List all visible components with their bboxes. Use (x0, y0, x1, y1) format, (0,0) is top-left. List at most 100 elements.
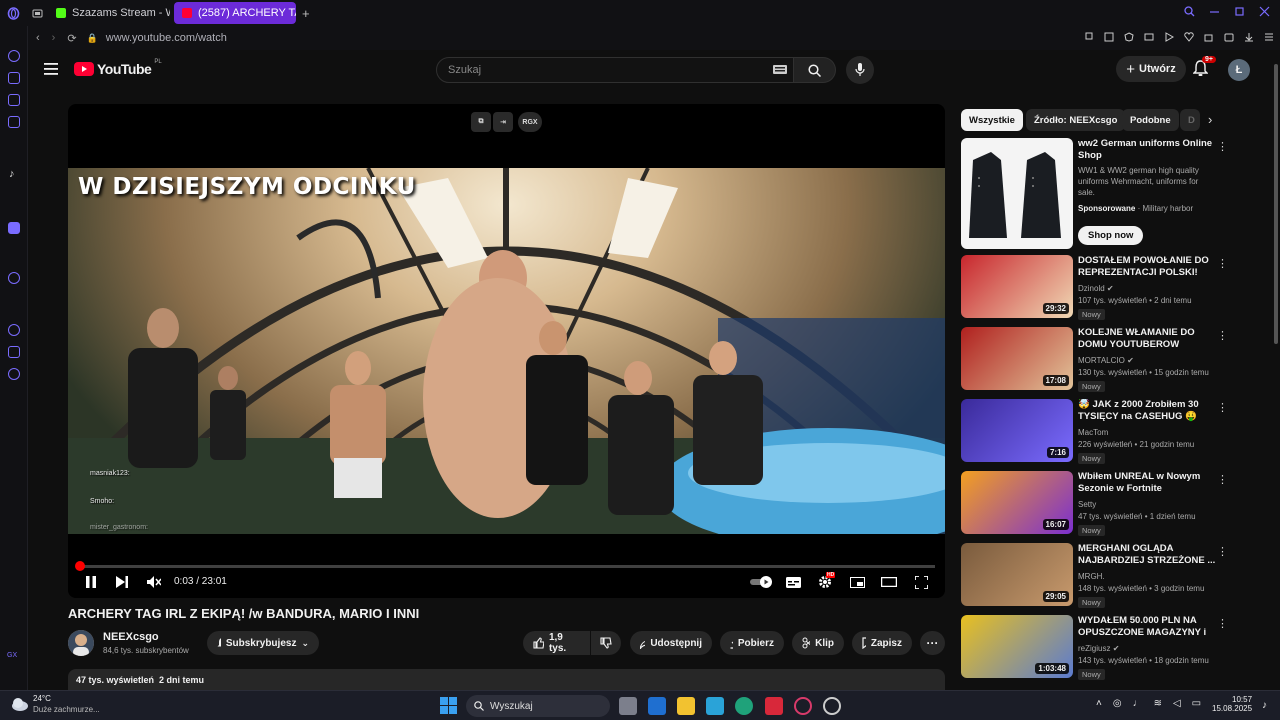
chip-more[interactable]: D (1180, 109, 1200, 131)
subtitles-button[interactable] (783, 572, 803, 592)
pause-button[interactable] (81, 572, 101, 592)
chip-related[interactable]: Podobne (1122, 109, 1179, 131)
scrollbar-thumb[interactable] (1274, 64, 1278, 344)
extensions-icon[interactable] (8, 346, 20, 358)
play-icon[interactable] (1164, 32, 1174, 42)
recommendation-card[interactable]: 29:05 MERGHANI OGLĄDA NAJBARDZIEJ STRZEŻO… (961, 543, 1231, 609)
chip-all[interactable]: Wszystkie (961, 109, 1023, 131)
file-explorer-icon[interactable] (677, 697, 695, 715)
back-icon[interactable]: ‹ (36, 32, 40, 44)
video-player[interactable]: ⧉ ⇥ RGX W DZISIEJSZYM ODCINKU masniak123… (68, 104, 945, 598)
settings-icon[interactable] (8, 368, 20, 380)
volume-icon[interactable]: ◁ (1173, 698, 1181, 709)
download-button[interactable]: Pobierz (720, 631, 784, 655)
twitch-icon[interactable] (8, 222, 20, 234)
restore-icon[interactable] (1234, 6, 1245, 17)
camera-icon[interactable] (1144, 32, 1154, 42)
chip-source[interactable]: Źródło: NEEXcsgo (1026, 109, 1126, 131)
clock[interactable]: 10:57 15.08.2025 (1212, 695, 1252, 713)
wallet-icon[interactable] (1224, 32, 1234, 42)
gx-icon[interactable]: GX (7, 652, 17, 659)
video-thumbnail[interactable]: 1:03:48 (961, 615, 1073, 678)
pin-icon[interactable] (1084, 32, 1094, 42)
more-vertical-icon[interactable]: ⋮ (1217, 329, 1228, 342)
tab-islands-icon[interactable] (26, 2, 48, 24)
clip-button[interactable]: Klip (792, 631, 844, 655)
aria-icon[interactable] (8, 72, 20, 84)
recommendation-card[interactable]: 1:03:48 WYDAŁEM 50.000 PLN NA OPUSZCZONE … (961, 615, 1231, 681)
recommendation-card[interactable]: 17:08 KOLEJNE WŁAMANIE DO DOMU YOUTUBEROW… (961, 327, 1231, 393)
video-thumbnail[interactable]: 7:16 (961, 399, 1073, 462)
voice-search-button[interactable] (846, 56, 874, 84)
like-button[interactable]: 1,9 tys. (523, 631, 590, 655)
easy-setup-icon[interactable] (1264, 32, 1274, 42)
channel-avatar[interactable] (68, 630, 94, 656)
snapshot-icon[interactable] (1104, 32, 1114, 42)
search-button[interactable] (794, 57, 836, 83)
create-button[interactable]: + Utwórz (1116, 56, 1186, 82)
recommendation-card[interactable]: 7:16 🤯 JAK z 2000 Zrobiłem 30 TYSIĘCY na … (961, 399, 1231, 465)
youtube-logo[interactable]: YouTube PL (74, 59, 162, 77)
reload-icon[interactable]: ⟳ (67, 32, 76, 45)
search-tabs-icon[interactable] (1184, 6, 1195, 17)
shop-now-button[interactable]: Shop now (1078, 226, 1144, 245)
miniplayer-button[interactable] (847, 572, 867, 592)
history-icon[interactable] (8, 50, 20, 62)
heart-icon[interactable] (1184, 32, 1194, 42)
outlook-icon[interactable] (648, 697, 666, 715)
ad-card[interactable]: ww2 German uniforms Online Shop WW1 & WW… (961, 138, 1231, 250)
task-view-icon[interactable] (619, 697, 637, 715)
puzzle-icon[interactable] (1204, 32, 1214, 42)
mail-icon[interactable] (8, 116, 20, 128)
subscribed-button[interactable]: Subskrybujesz ⌄ (207, 631, 319, 655)
tiktok-icon[interactable]: ♪ (9, 168, 15, 180)
edge-icon[interactable] (735, 697, 753, 715)
more-vertical-icon[interactable]: ⋮ (1217, 140, 1228, 153)
fullscreen-button[interactable] (911, 572, 931, 592)
chevron-right-icon[interactable]: › (1208, 112, 1212, 127)
shield-icon[interactable] (1124, 32, 1134, 42)
progress-bar[interactable] (74, 561, 935, 571)
notifications-button[interactable]: 9+ (1192, 56, 1216, 82)
share-to-icon[interactable]: ⇥ (493, 112, 513, 132)
miniplayer-icon[interactable]: ⧉ (471, 112, 491, 132)
tray-chevron-icon[interactable]: ˄ (1096, 698, 1102, 709)
windows-start-icon[interactable] (440, 697, 457, 719)
dislike-button[interactable] (591, 631, 621, 655)
wifi-icon[interactable]: ≋ (1154, 698, 1162, 709)
tray-mic-icon[interactable]: ♩ (1133, 698, 1143, 709)
hamburger-menu-icon[interactable] (44, 63, 58, 75)
finance-app-icon[interactable] (706, 697, 724, 715)
more-vertical-icon[interactable]: ⋮ (1217, 545, 1228, 558)
wps-icon[interactable] (765, 697, 783, 715)
share-button[interactable]: Udostępnij (630, 631, 712, 655)
more-vertical-icon[interactable]: ⋮ (1217, 473, 1228, 486)
autoplay-toggle[interactable] (750, 572, 774, 592)
scrubber-handle[interactable] (74, 561, 85, 571)
keyboard-icon[interactable] (773, 65, 787, 74)
tab-kick[interactable]: Szazams Stream - Watch (48, 2, 170, 24)
minimize-icon[interactable] (1209, 6, 1220, 17)
rgx-button[interactable]: RGX (518, 112, 542, 132)
taskbar-search[interactable]: Wyszukaj (466, 695, 610, 717)
video-thumbnail[interactable]: 17:08 (961, 327, 1073, 390)
theater-mode-button[interactable] (879, 572, 899, 592)
opera-menu-icon[interactable] (0, 2, 26, 24)
more-actions-button[interactable]: ··· (920, 631, 945, 655)
recommendation-card[interactable]: 16:07 Wbiłem UNREAL w Nowym Sezonie w For… (961, 471, 1231, 537)
download-icon[interactable] (1244, 32, 1254, 42)
channel-name[interactable]: NEEXcsgo (103, 631, 159, 643)
new-tab-button[interactable]: + (302, 6, 310, 21)
page-scrollbar[interactable] (1272, 50, 1280, 690)
clock-icon[interactable] (8, 324, 20, 336)
steam-icon[interactable] (823, 697, 841, 715)
opera-gx-icon[interactable] (794, 697, 812, 715)
messenger-icon[interactable] (8, 94, 20, 106)
forward-icon[interactable]: › (52, 32, 56, 44)
next-button[interactable] (112, 572, 132, 592)
settings-button[interactable]: HD (815, 572, 836, 592)
battery-icon[interactable]: ▭ (1192, 698, 1201, 709)
mute-button[interactable] (144, 572, 164, 592)
close-icon[interactable] (1259, 6, 1270, 17)
video-thumbnail[interactable]: 29:05 (961, 543, 1073, 606)
